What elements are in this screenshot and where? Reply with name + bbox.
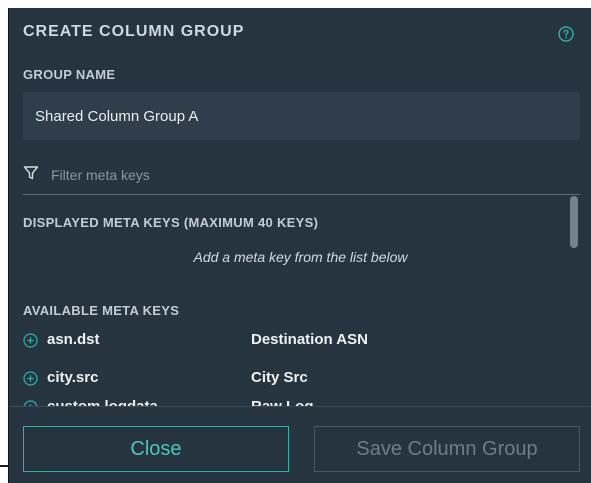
scrollbar-thumb[interactable] (570, 196, 578, 248)
available-meta-keys-list: asn.dst Destination ASN city.src City Sr… (9, 328, 584, 406)
meta-key-description: Destination ASN (251, 331, 368, 348)
meta-key-description: City Src (251, 369, 308, 386)
meta-key-description: Raw Log (251, 398, 314, 406)
add-circle-icon[interactable] (23, 371, 38, 386)
list-item[interactable]: city.src City Src (23, 367, 563, 391)
create-column-group-dialog: CREATE COLUMN GROUP GROUP NAME DISPLAYED… (8, 8, 591, 483)
filter-funnel-icon (23, 166, 39, 180)
dialog-title: CREATE COLUMN GROUP (23, 23, 245, 40)
meta-key-name: city.src (47, 369, 99, 386)
meta-key-name: asn.dst (47, 331, 100, 348)
group-name-input[interactable] (23, 92, 580, 140)
add-circle-icon[interactable] (23, 333, 38, 348)
displayed-meta-keys-hint: Add a meta key from the list below (193, 249, 408, 265)
group-name-label: GROUP NAME (23, 67, 116, 82)
meta-key-name: custom.logdata (47, 398, 158, 406)
save-column-group-button[interactable]: Save Column Group (314, 426, 580, 472)
list-item[interactable]: asn.dst Destination ASN (23, 329, 563, 353)
filter-meta-keys-field[interactable] (23, 158, 580, 195)
available-meta-keys-label: AVAILABLE META KEYS (23, 303, 180, 318)
list-item[interactable]: custom.logdata Raw Log (23, 396, 563, 406)
filter-meta-keys-input[interactable] (49, 162, 573, 188)
close-button[interactable]: Close (23, 426, 289, 472)
displayed-meta-keys-label: DISPLAYED META KEYS (MAXIMUM 40 KEYS) (23, 215, 319, 230)
question-circle-icon[interactable] (558, 26, 574, 42)
footer-divider (9, 406, 591, 407)
